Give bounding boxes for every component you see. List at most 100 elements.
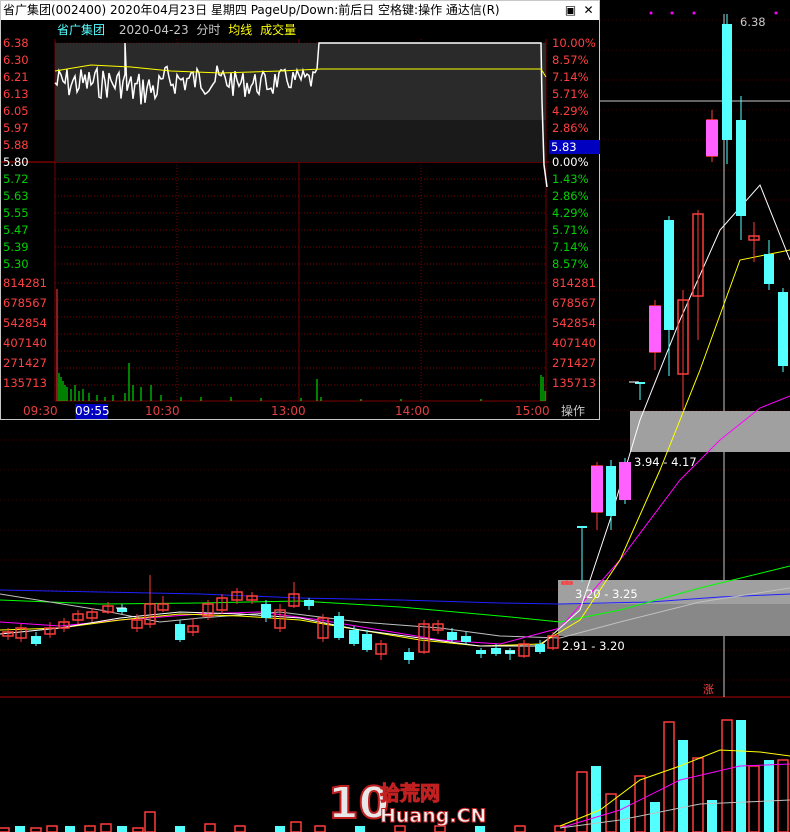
candle-body [535, 644, 545, 652]
volume-bar [764, 760, 774, 832]
zone-label-2: 3.20 - 3.25 [575, 587, 638, 601]
price-tick-label: 5.88 [3, 138, 29, 152]
zone-box-1 [630, 411, 790, 452]
volume-bar [721, 719, 733, 832]
candle-body [304, 600, 314, 606]
volume-tick-label: 542854 [552, 316, 596, 330]
candle-body [175, 624, 185, 640]
price-tick-label: 6.21 [3, 70, 29, 84]
candle-body-fill [649, 306, 661, 352]
price-tick-label: 5.39 [3, 240, 29, 254]
volume-bar [707, 800, 717, 832]
price-shade-2 [55, 120, 546, 162]
volume-tick-label: 135713 [3, 376, 47, 390]
candle-body [349, 630, 359, 644]
candle-body [334, 616, 344, 638]
zhang-marker: 涨 [703, 683, 714, 696]
pct-tick-label: 2.86% [552, 189, 589, 203]
price-shade [55, 43, 546, 120]
volume-tick-label: 135713 [552, 376, 596, 390]
top-marker [670, 11, 674, 15]
volume-bar [175, 826, 185, 832]
candle-body [491, 648, 501, 654]
volume-tick-label: 407140 [552, 336, 596, 350]
action-button[interactable]: 操作 [561, 404, 585, 418]
candle-body [31, 636, 41, 644]
watermark-domain: Huang.CN [380, 805, 486, 827]
watermark: 10 拾荒网 Huang.CN [326, 777, 487, 832]
watermark-brand: 拾荒网 [380, 781, 440, 805]
candle-body [736, 120, 746, 216]
candle-body [722, 24, 732, 140]
candle-body [117, 608, 127, 612]
pct-tick-label: 5.71% [552, 223, 589, 237]
price-tick-label: 5.55 [3, 206, 29, 220]
volume-bar [620, 800, 630, 832]
candle-body [362, 634, 372, 650]
pct-tick-label: 10.00% [552, 36, 596, 50]
pct-tick-label: 0.00% [552, 155, 589, 169]
volume-bar [84, 825, 96, 832]
volume-bar [678, 740, 688, 832]
time-tick-label: 14:00 [395, 404, 430, 418]
price-tick-label: 6.13 [3, 87, 29, 101]
time-tick-label: 13:00 [271, 404, 306, 418]
price-tick-label: 5.47 [3, 223, 29, 237]
top-marker [692, 11, 696, 15]
candle-body [664, 220, 674, 330]
zone-label-3: 2.91 - 3.20 [562, 639, 625, 653]
high-price-label: 6.38 [740, 15, 766, 29]
volume-bar [314, 825, 326, 832]
price-tick-label: 6.05 [3, 104, 29, 118]
volume-bar [30, 827, 42, 832]
volume-bar [46, 825, 58, 832]
pct-tick-label: 7.14% [552, 240, 589, 254]
volume-bar [634, 775, 646, 832]
price-tick-label: 5.63 [3, 189, 29, 203]
volume-bar [777, 759, 789, 832]
volume-tick-label: 271427 [3, 356, 47, 370]
candle-body [778, 292, 788, 366]
time-tick-label: 15:00 [515, 404, 550, 418]
volume-bar [514, 825, 526, 832]
pct-tick-label: 1.43% [552, 172, 589, 186]
price-tick-label: 5.97 [3, 121, 29, 135]
intraday-popup[interactable]: 省广集团(002400) 2020年04月23日 星期四 PageUp/Down… [0, 0, 600, 420]
candle-body [261, 604, 271, 618]
candle-body-fill [591, 466, 603, 512]
volume-bar [204, 823, 216, 832]
candle-body [606, 466, 616, 516]
volume-tick-label: 407140 [3, 336, 47, 350]
volume-bar [576, 771, 588, 832]
volume-bar [117, 826, 127, 832]
zone-label-1: 3.94 - 4.17 [634, 455, 697, 469]
volume-bar [0, 827, 10, 832]
volume-bar [15, 826, 25, 832]
intraday-chart [1, 39, 549, 402]
volume-bar [290, 821, 302, 832]
volume-bar [663, 721, 675, 832]
price-tick-label: 6.30 [3, 53, 29, 67]
time-tick-label: 10:30 [145, 404, 180, 418]
volume-tick-label: 814281 [3, 276, 47, 290]
candle-body [764, 254, 774, 284]
price-tick-label: 6.38 [3, 36, 29, 50]
top-marker [774, 11, 778, 15]
volume-bar [275, 826, 285, 832]
volume-bar [650, 802, 660, 832]
pct-tick-label: 7.14% [552, 70, 589, 84]
candle-body-fill [619, 462, 631, 500]
time-tick-label: 09:55 [75, 404, 110, 418]
volume-bar [692, 757, 704, 832]
volume-tick-label: 271427 [552, 356, 596, 370]
pct-tick-label: 4.29% [552, 104, 589, 118]
price-tick-label: 5.80 [3, 155, 29, 169]
candle-body [476, 650, 486, 654]
pct-tick-label: 5.71% [552, 87, 589, 101]
volume-bar [591, 766, 601, 832]
volume-tick-label: 542854 [3, 316, 47, 330]
volume-tick-label: 814281 [552, 276, 596, 290]
candle-body [447, 632, 457, 640]
volume-bar [100, 823, 112, 832]
candle-body [577, 526, 587, 528]
